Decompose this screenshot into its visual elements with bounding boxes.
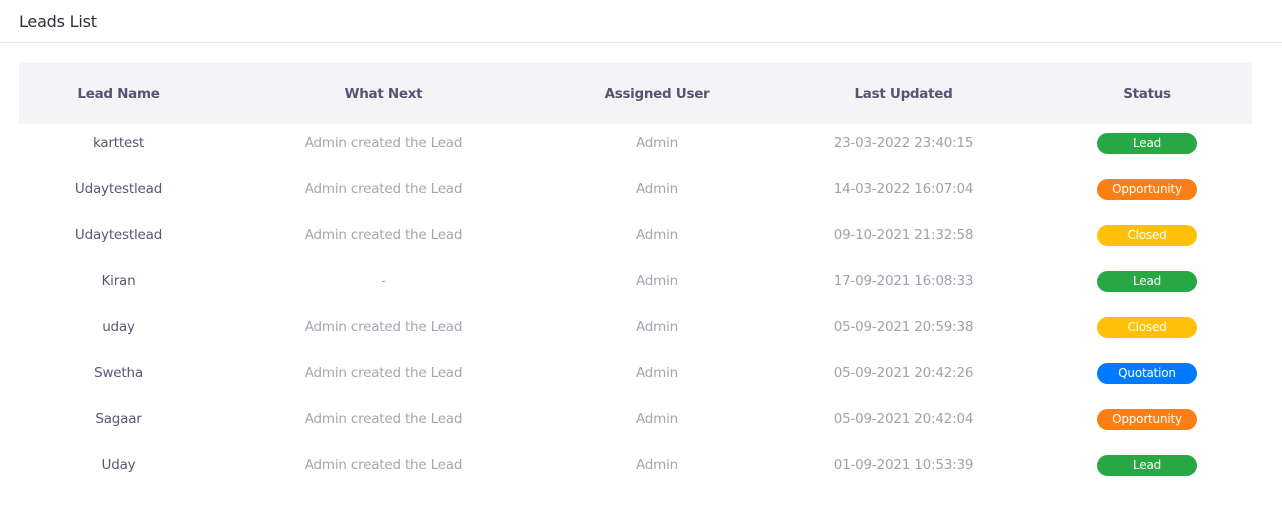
last-updated: 05-09-2021 20:42:26 bbox=[833, 365, 974, 381]
lead-name[interactable]: Udaytestlead bbox=[75, 227, 162, 243]
lead-name[interactable]: Udaytestlead bbox=[75, 181, 162, 197]
what-next: Admin created the Lead bbox=[304, 365, 463, 381]
column-header-assigned-user[interactable]: Assigned User bbox=[549, 63, 765, 124]
assigned-user: Admin bbox=[635, 227, 679, 243]
assigned-user: Admin bbox=[635, 319, 679, 335]
last-updated: 23-03-2022 23:40:15 bbox=[833, 135, 974, 151]
table-row[interactable]: Uday Admin created the Lead Admin 01-09-… bbox=[19, 446, 1252, 492]
assigned-user: Admin bbox=[635, 365, 679, 381]
what-next: Admin created the Lead bbox=[304, 181, 463, 197]
last-updated: 05-09-2021 20:42:04 bbox=[833, 411, 974, 427]
column-header-what-next[interactable]: What Next bbox=[218, 63, 549, 124]
status-badge: Lead bbox=[1097, 454, 1197, 476]
lead-name[interactable]: Uday bbox=[102, 457, 136, 473]
lead-name[interactable]: Kiran bbox=[102, 273, 136, 289]
table-row[interactable]: karttest Admin created the Lead Admin 23… bbox=[19, 124, 1252, 170]
table-row[interactable]: Udaytestlead Admin created the Lead Admi… bbox=[19, 216, 1252, 262]
last-updated: 14-03-2022 16:07:04 bbox=[833, 181, 974, 197]
lead-name[interactable]: Sagaar bbox=[95, 411, 142, 427]
status-badge: Closed bbox=[1097, 224, 1197, 246]
assigned-user: Admin bbox=[635, 457, 679, 473]
what-next: - bbox=[381, 273, 386, 289]
assigned-user: Admin bbox=[635, 181, 679, 197]
lead-name[interactable]: uday bbox=[102, 319, 135, 335]
last-updated: 17-09-2021 16:08:33 bbox=[833, 273, 974, 289]
leads-table: Lead Name What Next Assigned User Last U… bbox=[19, 63, 1252, 492]
leads-table-container: Lead Name What Next Assigned User Last U… bbox=[19, 63, 1252, 492]
table-row[interactable]: Sagaar Admin created the Lead Admin 05-0… bbox=[19, 400, 1252, 446]
column-header-last-updated[interactable]: Last Updated bbox=[765, 63, 1042, 124]
table-row[interactable]: Swetha Admin created the Lead Admin 05-0… bbox=[19, 354, 1252, 400]
assigned-user: Admin bbox=[635, 411, 679, 427]
table-header-row: Lead Name What Next Assigned User Last U… bbox=[19, 63, 1252, 124]
assigned-user: Admin bbox=[635, 135, 679, 151]
last-updated: 09-10-2021 21:32:58 bbox=[833, 227, 974, 243]
status-badge: Lead bbox=[1097, 270, 1197, 292]
last-updated: 05-09-2021 20:59:38 bbox=[833, 319, 974, 335]
last-updated: 01-09-2021 10:53:39 bbox=[833, 457, 974, 473]
status-badge: Lead bbox=[1097, 132, 1197, 154]
table-row[interactable]: Kiran - Admin 17-09-2021 16:08:33 Lead bbox=[19, 262, 1252, 308]
what-next: Admin created the Lead bbox=[304, 411, 463, 427]
what-next: Admin created the Lead bbox=[304, 457, 463, 473]
card-header: Leads List bbox=[0, 0, 1282, 43]
lead-name[interactable]: Swetha bbox=[94, 365, 143, 381]
column-header-status[interactable]: Status bbox=[1042, 63, 1252, 124]
what-next: Admin created the Lead bbox=[304, 135, 463, 151]
column-header-lead-name[interactable]: Lead Name bbox=[19, 63, 218, 124]
table-row[interactable]: Udaytestlead Admin created the Lead Admi… bbox=[19, 170, 1252, 216]
status-badge: Opportunity bbox=[1097, 178, 1197, 200]
page-title: Leads List bbox=[19, 11, 97, 31]
assigned-user: Admin bbox=[635, 273, 679, 289]
table-row[interactable]: uday Admin created the Lead Admin 05-09-… bbox=[19, 308, 1252, 354]
status-badge: Opportunity bbox=[1097, 408, 1197, 430]
what-next: Admin created the Lead bbox=[304, 319, 463, 335]
status-badge: Quotation bbox=[1097, 362, 1197, 384]
what-next: Admin created the Lead bbox=[304, 227, 463, 243]
status-badge: Closed bbox=[1097, 316, 1197, 338]
lead-name[interactable]: karttest bbox=[93, 135, 144, 151]
